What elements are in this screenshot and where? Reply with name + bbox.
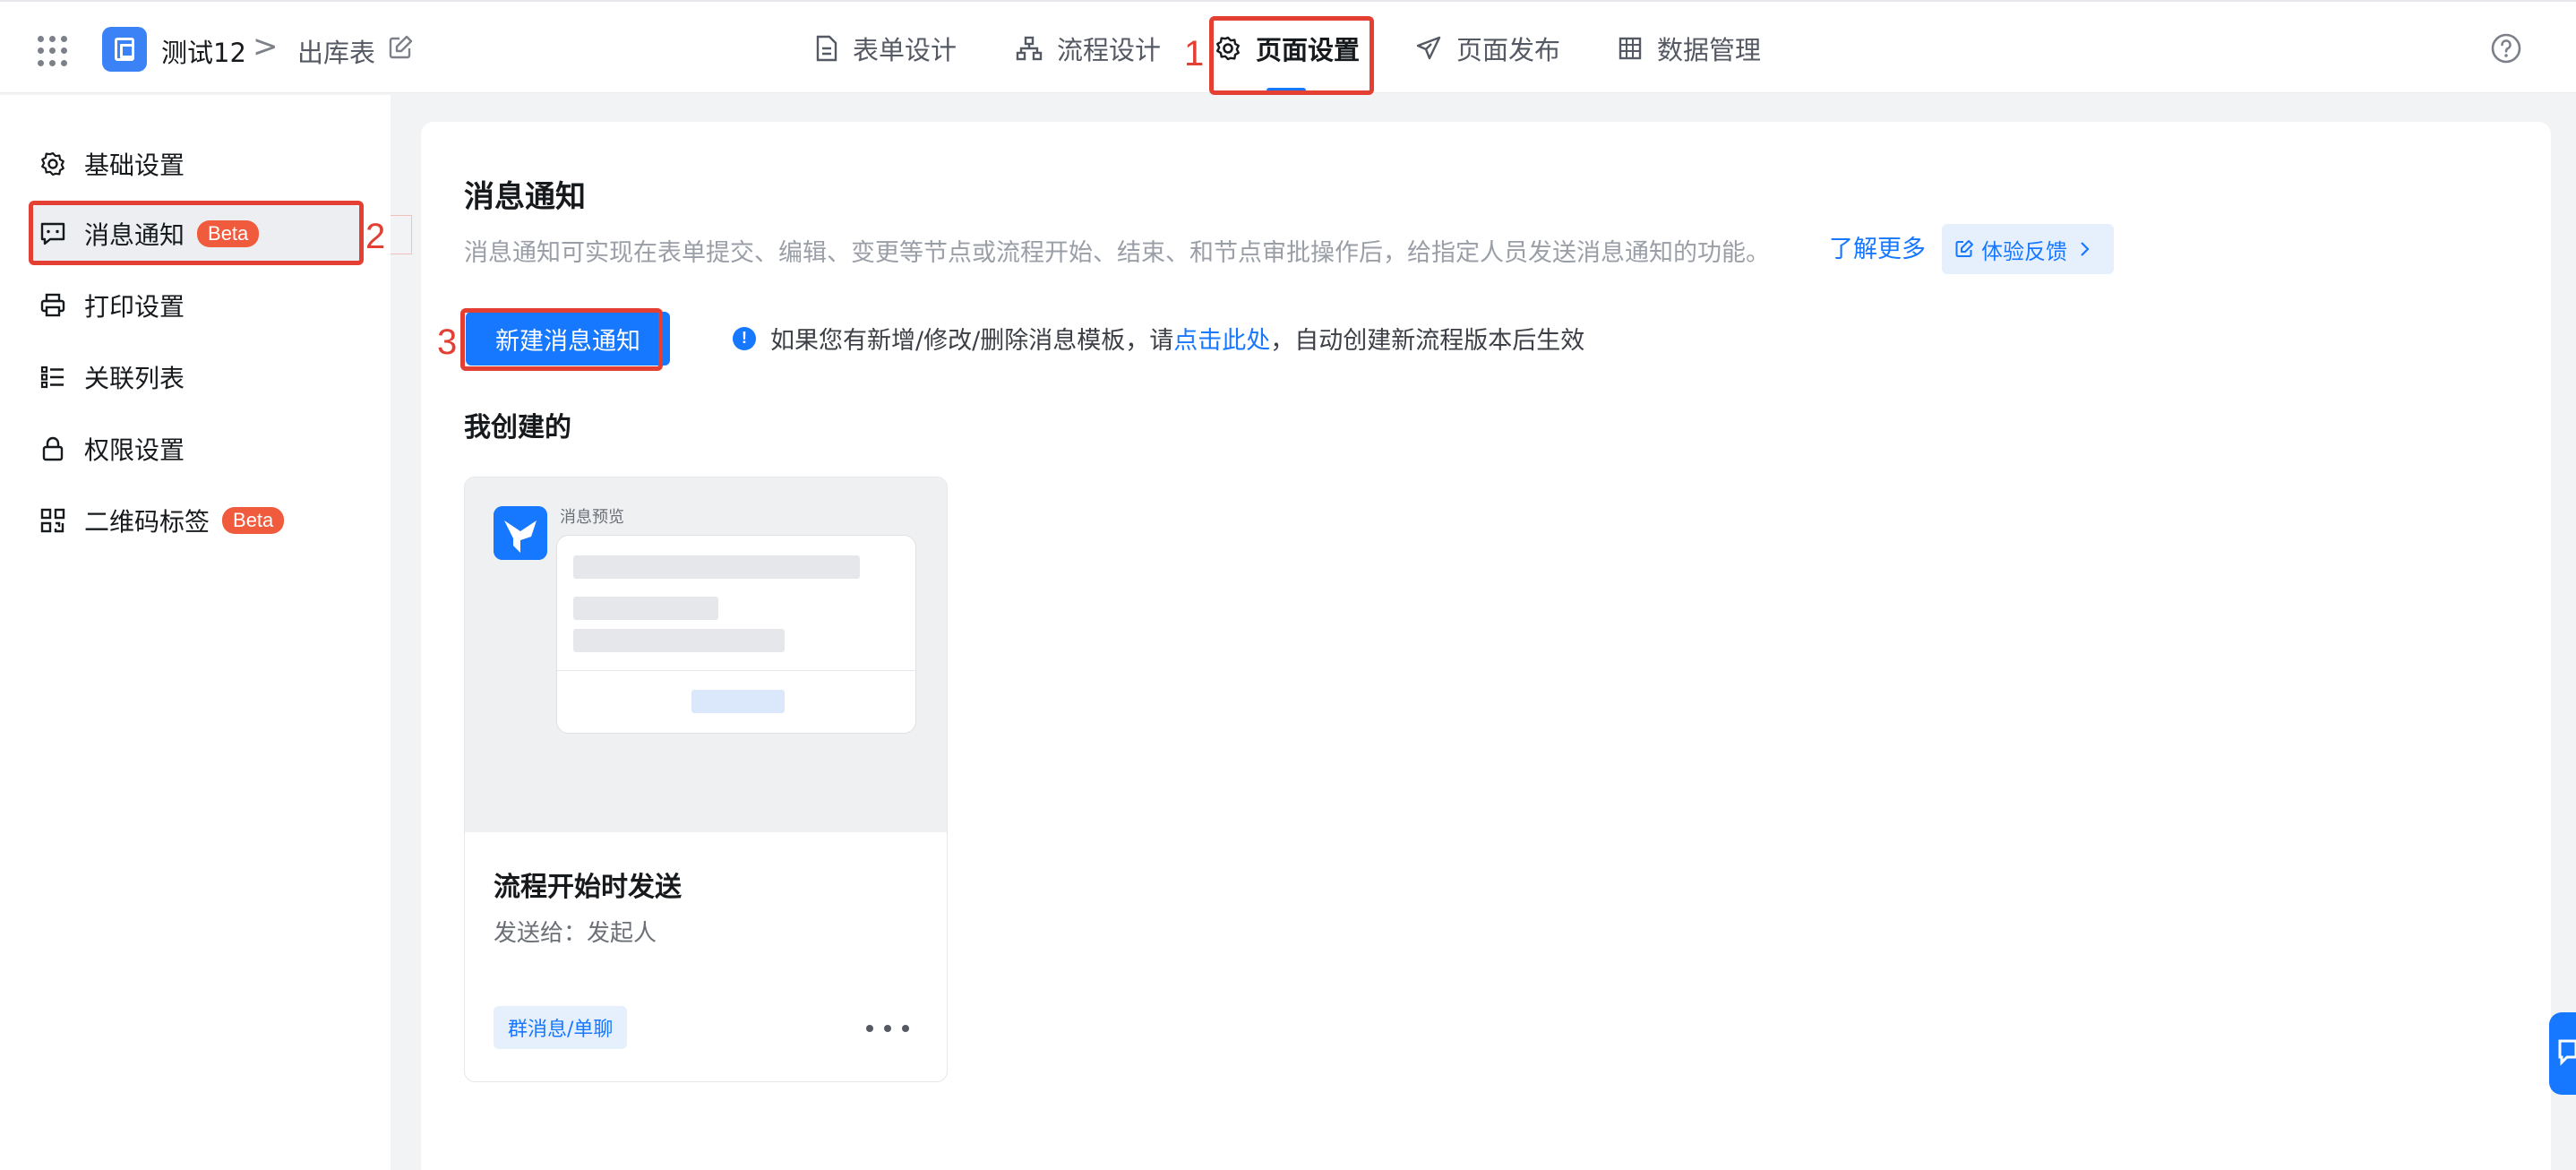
skeleton-line	[573, 555, 860, 579]
section-title-my-created: 我创建的	[464, 412, 571, 443]
edit-icon	[1955, 240, 1973, 257]
floating-chat-button[interactable]	[2549, 1012, 2576, 1095]
sidebar-item-label: 二维码标签	[84, 507, 210, 537]
tab-form-design[interactable]: 表单设计	[815, 2, 957, 95]
message-preview: 消息预览	[465, 477, 947, 832]
annotation-number-3: 3	[437, 323, 458, 362]
skeleton-button	[691, 690, 785, 713]
annotation-box-message-notification	[29, 201, 364, 265]
breadcrumb-page-name[interactable]: 出库表	[297, 32, 375, 70]
flow-icon	[1016, 36, 1043, 61]
beta-badge: Beta	[222, 507, 285, 534]
annotation-connector	[391, 215, 412, 254]
preview-divider	[557, 670, 915, 671]
app-logo	[102, 27, 147, 72]
tab-data-management[interactable]: 数据管理	[1618, 2, 1761, 95]
tab-page-publish[interactable]: 页面发布	[1415, 2, 1560, 95]
sidebar-item-label: 基础设置	[84, 151, 185, 180]
chevron-right-icon	[2081, 242, 2090, 256]
lock-icon	[42, 436, 64, 461]
sidebar-item-label: 权限设置	[84, 435, 185, 465]
page-title: 消息通知	[464, 179, 586, 215]
more-options-icon[interactable]	[866, 1015, 909, 1042]
notification-card[interactable]: 消息预览 流程开始时发送 发送给：发起人 群消息/单聊	[464, 477, 948, 1082]
annotation-number-1: 1	[1184, 34, 1205, 73]
feedback-button[interactable]: 体验反馈	[1942, 224, 2114, 274]
sidebar-item-basic-settings[interactable]: 基础设置	[39, 142, 185, 186]
sidebar-item-label: 打印设置	[84, 292, 185, 322]
edit-icon[interactable]	[387, 34, 414, 61]
help-circle-icon[interactable]	[2490, 32, 2522, 65]
form-doc-icon	[816, 35, 837, 62]
table-icon	[1619, 37, 1642, 60]
preview-message-box	[556, 535, 916, 734]
card-title: 流程开始时发送	[494, 872, 682, 903]
send-icon	[1416, 36, 1441, 60]
app-name[interactable]: 测试12	[161, 32, 246, 70]
notice-click-here-link[interactable]: 点击此处	[1173, 321, 1270, 356]
app-grid-icon[interactable]	[38, 36, 68, 66]
chat-icon	[2558, 1039, 2576, 1066]
info-icon: !	[733, 326, 756, 350]
tab-flow-design[interactable]: 流程设计	[1016, 2, 1161, 95]
skeleton-line	[573, 597, 718, 620]
breadcrumb-chevron-icon: >	[253, 29, 279, 65]
tab-label: 页面发布	[1456, 35, 1561, 65]
annotation-number-2: 2	[365, 217, 386, 256]
tab-label: 表单设计	[853, 35, 957, 65]
tab-label: 数据管理	[1657, 35, 1762, 65]
annotation-box-new-button	[460, 308, 663, 371]
sidebar-item-related-list[interactable]: 关联列表	[39, 355, 185, 400]
card-channel-tag: 群消息/单聊	[494, 1006, 628, 1049]
printer-icon	[40, 293, 65, 317]
page-description: 消息通知可实现在表单提交、编辑、变更等节点或流程开始、结束、和节点审批操作后，给…	[464, 239, 1770, 267]
preview-label: 消息预览	[560, 508, 624, 527]
sidebar-item-qrcode-label[interactable]: 二维码标签 Beta	[39, 498, 285, 543]
notice-text-prefix: 如果您有新增/修改/删除消息模板，请	[770, 327, 1174, 355]
gear-icon	[41, 151, 64, 176]
skeleton-line	[573, 629, 785, 652]
sidebar-item-print-settings[interactable]: 打印设置	[39, 283, 185, 328]
feedback-label: 体验反馈	[1981, 238, 2067, 264]
card-recipient: 发送给：发起人	[494, 920, 657, 947]
notice-text-suffix: ，自动创建新流程版本后生效	[1270, 327, 1585, 355]
qrcode-icon	[40, 508, 65, 533]
tab-label: 流程设计	[1057, 35, 1162, 65]
main-content-card: 消息通知 消息通知可实现在表单提交、编辑、变更等节点或流程开始、结束、和节点审批…	[421, 122, 2551, 1170]
dingtalk-logo	[494, 506, 547, 560]
sidebar-item-label: 关联列表	[84, 364, 185, 393]
learn-more-link[interactable]: 了解更多	[1829, 229, 1926, 264]
version-notice: ! 如果您有新增/修改/删除消息模板，请 点击此处 ，自动创建新流程版本后生效	[733, 321, 1584, 356]
list-icon	[40, 366, 64, 389]
annotation-box-page-settings	[1209, 16, 1374, 95]
sidebar-item-permission-settings[interactable]: 权限设置	[39, 426, 185, 471]
